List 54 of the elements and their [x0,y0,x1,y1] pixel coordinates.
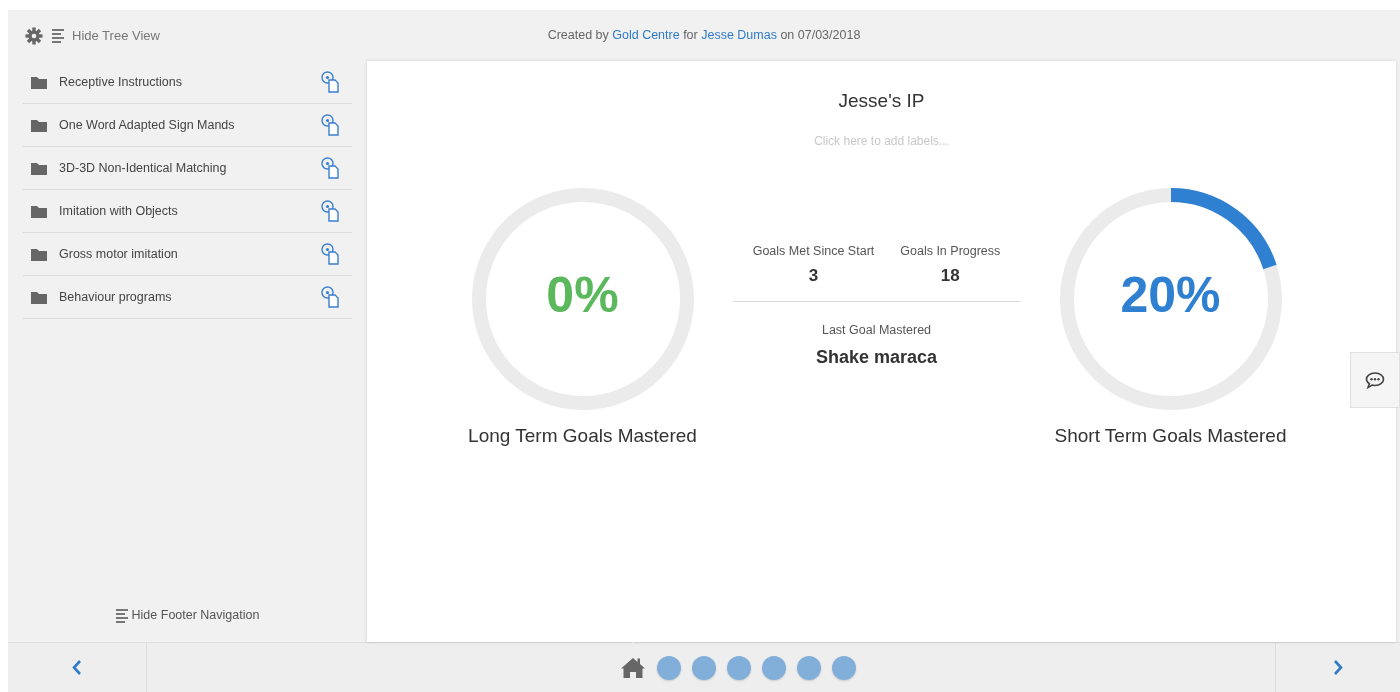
add-document-icon [321,114,340,136]
add-document-button[interactable] [321,243,340,265]
stat-value: 18 [940,265,960,288]
chevron-right-icon [1333,659,1343,676]
last-goal-value: Shake maraca [815,345,938,369]
add-document-icon [321,71,340,93]
chat-icon [1365,371,1385,389]
add-document-button[interactable] [321,200,340,222]
list-icon [115,607,128,623]
add-document-icon [321,157,340,179]
folder-icon [31,118,47,132]
chevron-left-icon [72,659,82,676]
tree-item[interactable]: Imitation with Objects [23,190,352,233]
tree-item[interactable]: One Word Adapted Sign Mands [23,104,352,147]
stat-label: Last Goal Mastered [821,321,932,339]
settings-icon[interactable] [25,26,43,45]
page-dot[interactable] [762,655,786,680]
stat-label: Goals Met Since Start [752,242,875,260]
chat-button[interactable] [1350,352,1400,408]
folder-icon [31,247,47,261]
tree-item[interactable]: Gross motor imitation [23,233,352,276]
home-icon [620,656,646,679]
page-dot[interactable] [727,655,751,680]
tree-item[interactable]: Behaviour programs [23,276,352,319]
page-dot[interactable] [797,655,821,680]
plan-title: Jesse's IP [838,89,925,113]
add-document-icon [321,200,340,222]
folder-icon [31,204,47,218]
created-by-text: Created by Gold Centre for Jesse Dumas on 07/03/2018 [547,28,861,43]
page-dot[interactable] [692,655,716,680]
folder-icon [31,161,47,175]
add-document-button[interactable] [321,71,340,93]
folder-icon [31,75,47,89]
percent-value: 20% [1119,267,1222,323]
stat-value: 3 [808,265,819,288]
add-document-button[interactable] [321,157,340,179]
hide-tree-view-button[interactable]: Hide Tree View [52,25,160,46]
ring-caption: Long Term Goals Mastered [468,423,697,448]
percent-value: 0% [545,267,620,323]
page-dot[interactable] [657,655,681,680]
stat-label: Goals In Progress [900,242,1001,260]
hide-footer-navigation-button[interactable]: Hide Footer Navigation [23,588,352,642]
list-icon [52,28,64,43]
add-document-icon [321,286,340,308]
folder-icon [31,290,47,304]
add-document-icon [321,243,340,265]
page-dot[interactable] [832,655,856,680]
tree-item[interactable]: Receptive Instructions [23,61,352,104]
ring-caption: Short Term Goals Mastered [1054,423,1287,448]
author-link[interactable]: Gold Centre [612,28,680,43]
add-document-button[interactable] [321,286,340,308]
student-link[interactable]: Jesse Dumas [701,28,777,43]
tree-item[interactable]: 3D-3D Non-Identical Matching [23,147,352,190]
add-document-button[interactable] [321,114,340,136]
